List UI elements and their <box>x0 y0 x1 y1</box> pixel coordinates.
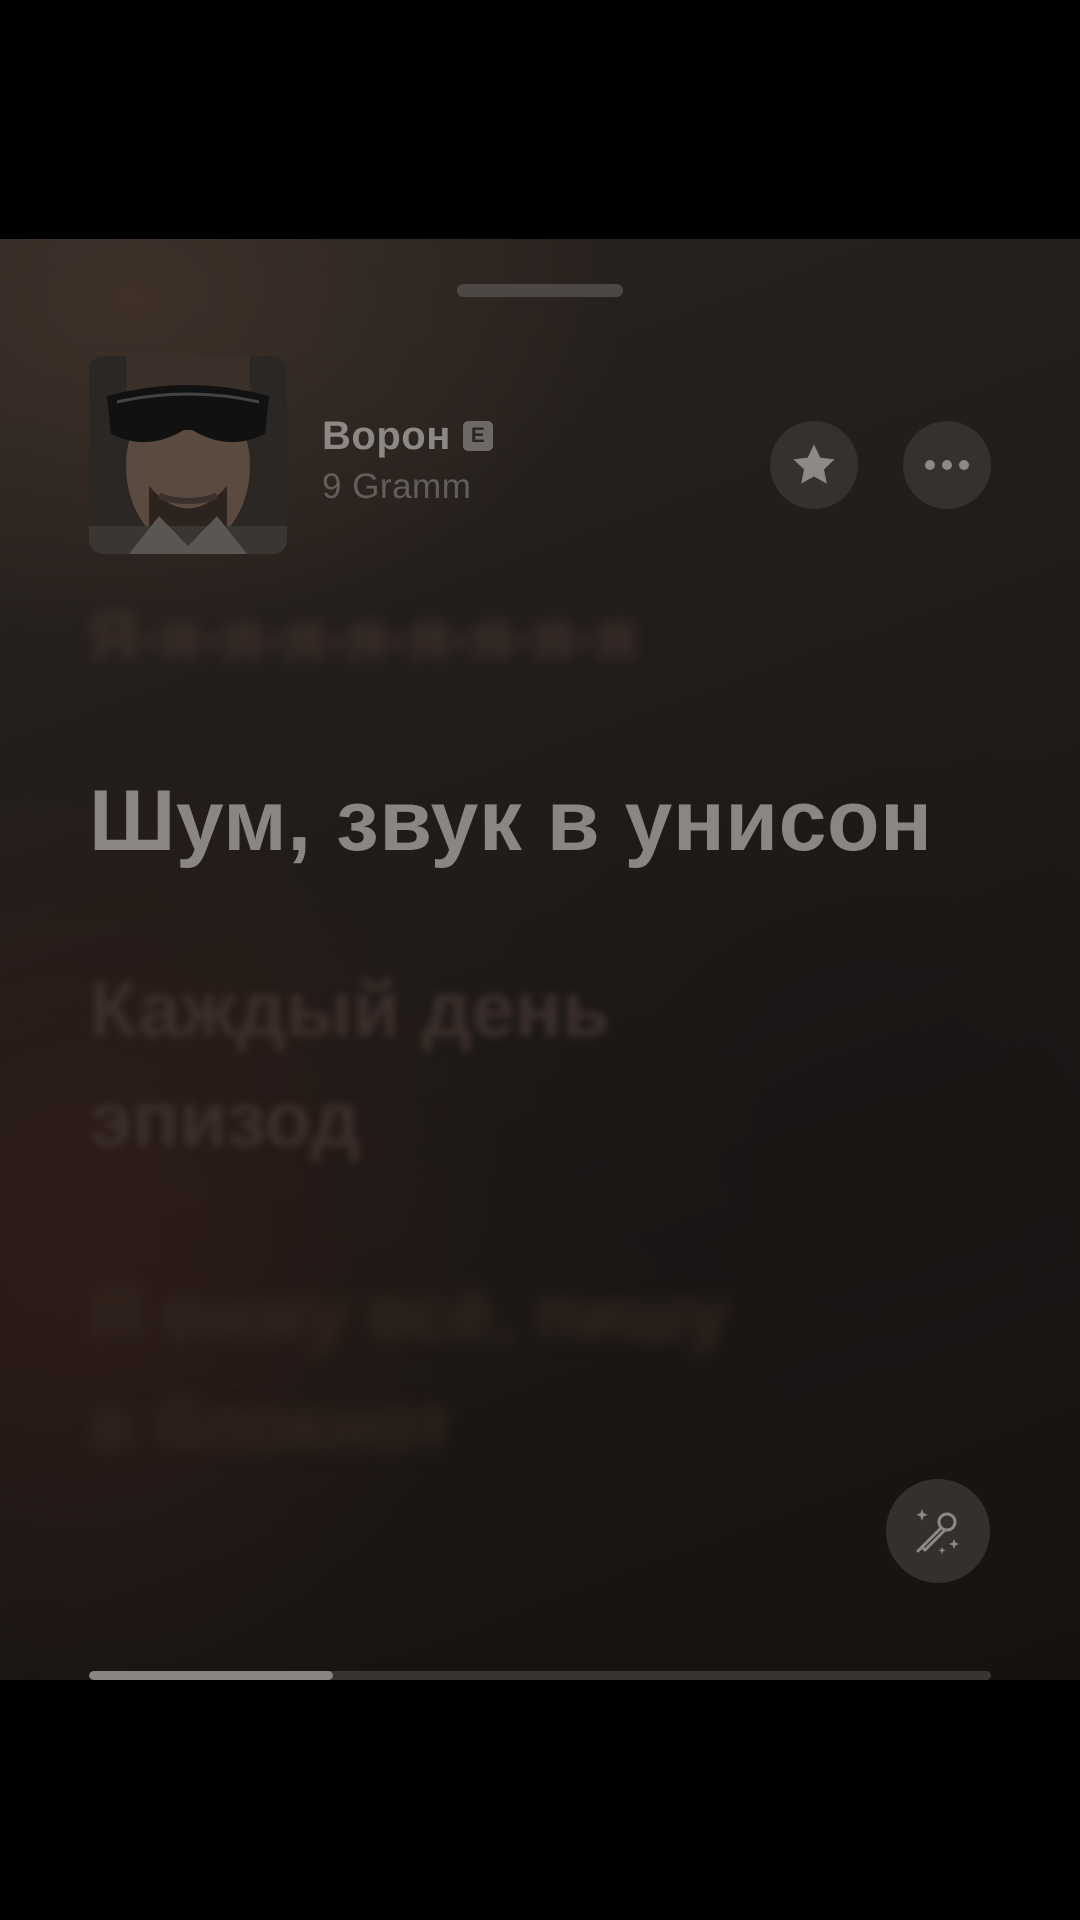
lyric-line-next-part2: эпизод <box>89 1075 361 1163</box>
lyric-line-current[interactable]: Шум, звук в унисон <box>89 766 932 876</box>
playback-progress-bar[interactable] <box>89 1671 991 1680</box>
track-title-row[interactable]: Ворон E <box>322 414 493 458</box>
playback-progress-fill <box>89 1671 333 1680</box>
explicit-badge: E <box>462 421 493 451</box>
artist-name[interactable]: 9 Gramm <box>322 467 471 507</box>
microphone-sparkles-icon <box>916 1509 959 1554</box>
now-playing-sheet: Ворон E 9 Gramm Я-я-я-я-я-я-я-я-я Шум, з… <box>0 239 1080 1680</box>
favorite-button[interactable] <box>770 421 858 509</box>
more-button[interactable] <box>903 421 991 509</box>
star-icon <box>793 444 835 484</box>
ellipsis-icon <box>925 460 969 470</box>
lyric-line-upcoming[interactable]: Я вижу всё, пишу в блокнот <box>89 1259 889 1479</box>
lyric-line-next[interactable]: Каждый день эпизод <box>89 954 889 1174</box>
sing-button[interactable] <box>886 1479 990 1583</box>
album-art[interactable] <box>89 356 287 554</box>
sheet-grabber[interactable] <box>457 284 623 297</box>
lyric-line-upcoming-part1: Я вижу всё, пишу <box>89 1272 729 1355</box>
lyric-line-next-part1: Каждый день <box>89 965 610 1053</box>
track-title: Ворон <box>322 413 451 458</box>
lyric-line-upcoming-part2: в блокнот <box>89 1382 452 1465</box>
lyric-line-previous[interactable]: Я-я-я-я-я-я-я-я-я <box>89 581 636 691</box>
